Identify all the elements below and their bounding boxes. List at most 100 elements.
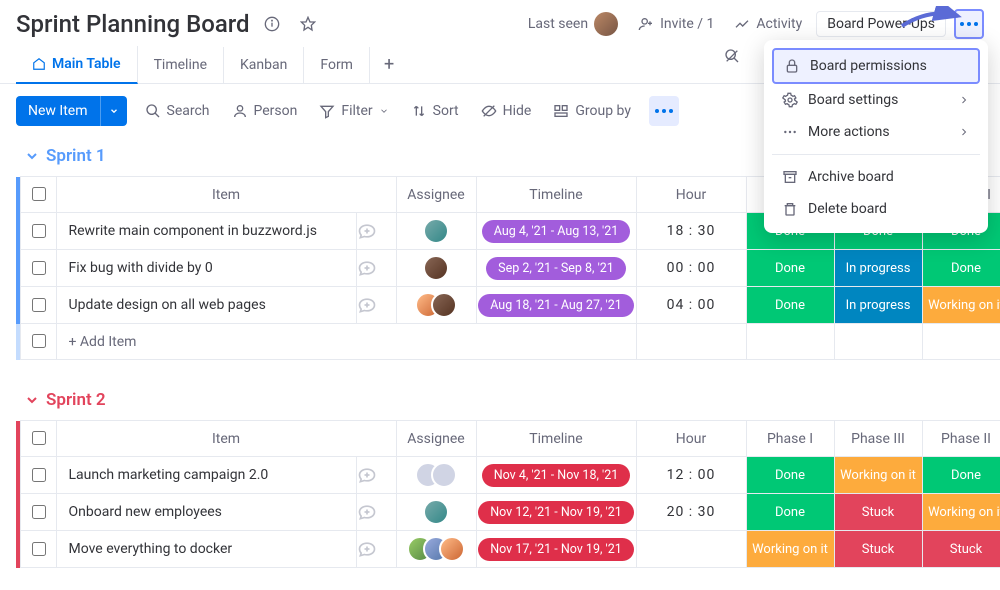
col-item-header[interactable]: Item — [56, 177, 396, 213]
board-menu-button[interactable] — [954, 9, 984, 39]
avatar[interactable] — [431, 462, 457, 488]
search-button[interactable]: Search — [141, 99, 214, 123]
menu-delete-board[interactable]: Delete board — [772, 193, 980, 225]
col-phase1-header[interactable]: Phase I — [746, 421, 834, 457]
group-header[interactable]: Sprint 2 — [16, 382, 984, 420]
new-item-caret[interactable] — [100, 96, 127, 126]
hour-cell[interactable]: 04 : 00 — [636, 287, 746, 324]
avatar[interactable] — [423, 255, 449, 281]
tab-main-table[interactable]: Main Table — [16, 46, 138, 84]
hour-cell[interactable]: 20 : 30 — [636, 494, 746, 531]
open-chat-button[interactable] — [356, 213, 396, 250]
status-cell[interactable]: Stuck — [834, 531, 922, 568]
status-cell[interactable]: Working on it — [746, 531, 834, 568]
assignee-cell[interactable] — [396, 494, 476, 531]
menu-archive-board[interactable]: Archive board — [772, 161, 980, 193]
status-cell[interactable]: In progress — [834, 250, 922, 287]
col-item-header[interactable]: Item — [56, 421, 396, 457]
status-cell[interactable]: Done — [922, 250, 1000, 287]
status-cell[interactable]: Done — [746, 457, 834, 494]
star-icon[interactable] — [294, 10, 322, 38]
item-name-cell[interactable]: Rewrite main component in buzzword.js — [56, 213, 356, 250]
row-checkbox[interactable] — [20, 287, 56, 324]
last-seen[interactable]: Last seen — [522, 8, 624, 40]
activity-button[interactable]: Activity — [728, 12, 808, 36]
col-hour-header[interactable]: Hour — [636, 177, 746, 213]
avatar[interactable] — [431, 292, 457, 318]
toolbar-more-button[interactable] — [649, 96, 679, 126]
avatar[interactable] — [423, 499, 449, 525]
item-name-cell[interactable]: Fix bug with divide by 0 — [56, 250, 356, 287]
tab-timeline[interactable]: Timeline — [138, 47, 224, 83]
open-chat-button[interactable] — [356, 531, 396, 568]
status-cell[interactable]: Done — [922, 457, 1000, 494]
person-filter-button[interactable]: Person — [228, 99, 302, 123]
menu-more-actions[interactable]: More actions — [772, 116, 980, 148]
timeline-cell[interactable]: Nov 4, '21 - Nov 18, '21 — [476, 457, 636, 494]
hour-cell[interactable]: 18 : 30 — [636, 213, 746, 250]
timeline-cell[interactable]: Aug 18, '21 - Aug 27, '21 — [476, 287, 636, 324]
col-hour-header[interactable]: Hour — [636, 421, 746, 457]
status-cell[interactable]: Done — [746, 287, 834, 324]
col-select-all[interactable] — [20, 177, 56, 213]
status-cell[interactable]: Stuck — [834, 494, 922, 531]
hour-cell[interactable]: 00 : 00 — [636, 250, 746, 287]
open-chat-button[interactable] — [356, 250, 396, 287]
assignee-cell[interactable] — [396, 250, 476, 287]
hour-cell[interactable] — [636, 531, 746, 568]
filter-button[interactable]: Filter — [315, 99, 392, 123]
hide-button[interactable]: Hide — [477, 99, 536, 123]
hour-cell[interactable]: 12 : 00 — [636, 457, 746, 494]
open-chat-button[interactable] — [356, 494, 396, 531]
item-name-cell[interactable]: Update design on all web pages — [56, 287, 356, 324]
row-checkbox[interactable] — [20, 457, 56, 494]
add-item-row[interactable]: + Add Item — [16, 324, 1000, 360]
avatar[interactable] — [423, 218, 449, 244]
item-name-cell[interactable]: Move everything to docker — [56, 531, 356, 568]
status-cell[interactable]: Stuck — [922, 531, 1000, 568]
invite-button[interactable]: Invite / 1 — [632, 12, 720, 36]
row-checkbox[interactable] — [20, 213, 56, 250]
col-phase2-header[interactable]: Phase II — [922, 421, 1000, 457]
close-search-icon[interactable] — [724, 48, 740, 64]
row-checkbox[interactable] — [20, 250, 56, 287]
sort-button[interactable]: Sort — [407, 99, 463, 123]
col-phase3-header[interactable]: Phase III — [834, 421, 922, 457]
status-cell[interactable]: Working on it — [922, 287, 1000, 324]
status-cell[interactable]: Done — [746, 250, 834, 287]
timeline-cell[interactable]: Aug 4, '21 - Aug 13, '21 — [476, 213, 636, 250]
tab-kanban[interactable]: Kanban — [224, 47, 304, 83]
group-by-button[interactable]: Group by — [549, 99, 635, 123]
col-timeline-header[interactable]: Timeline — [476, 177, 636, 213]
status-cell[interactable]: Working on it — [922, 494, 1000, 531]
tab-add[interactable]: + — [370, 48, 408, 81]
add-item-cell[interactable]: + Add Item — [56, 324, 636, 360]
info-icon[interactable] — [258, 10, 286, 38]
assignee-cell[interactable] — [396, 213, 476, 250]
col-select-all[interactable] — [20, 421, 56, 457]
row-checkbox[interactable] — [20, 494, 56, 531]
tab-form[interactable]: Form — [304, 47, 370, 83]
assignee-cell[interactable] — [396, 531, 476, 568]
timeline-cell[interactable]: Nov 12, '21 - Nov 19, '21 — [476, 494, 636, 531]
status-cell[interactable]: Done — [746, 494, 834, 531]
status-cell[interactable]: In progress — [834, 287, 922, 324]
status-cell[interactable]: Working on it — [834, 457, 922, 494]
col-assignee-header[interactable]: Assignee — [396, 421, 476, 457]
item-name-cell[interactable]: Onboard new employees — [56, 494, 356, 531]
timeline-cell[interactable]: Sep 2, '21 - Sep 8, '21 — [476, 250, 636, 287]
timeline-cell[interactable]: Nov 17, '21 - Nov 19, '21 — [476, 531, 636, 568]
col-assignee-header[interactable]: Assignee — [396, 177, 476, 213]
assignee-cell[interactable] — [396, 457, 476, 494]
assignee-cell[interactable] — [396, 287, 476, 324]
open-chat-button[interactable] — [356, 287, 396, 324]
menu-board-settings[interactable]: Board settings — [772, 84, 980, 116]
menu-board-permissions[interactable]: Board permissions — [772, 48, 980, 84]
board-powerups-button[interactable]: Board Power-Ups — [816, 11, 946, 37]
item-name-cell[interactable]: Launch marketing campaign 2.0 — [56, 457, 356, 494]
avatar[interactable] — [439, 536, 465, 562]
new-item-button[interactable]: New Item — [16, 96, 100, 126]
row-checkbox[interactable] — [20, 531, 56, 568]
row-checkbox[interactable] — [20, 324, 56, 360]
col-timeline-header[interactable]: Timeline — [476, 421, 636, 457]
